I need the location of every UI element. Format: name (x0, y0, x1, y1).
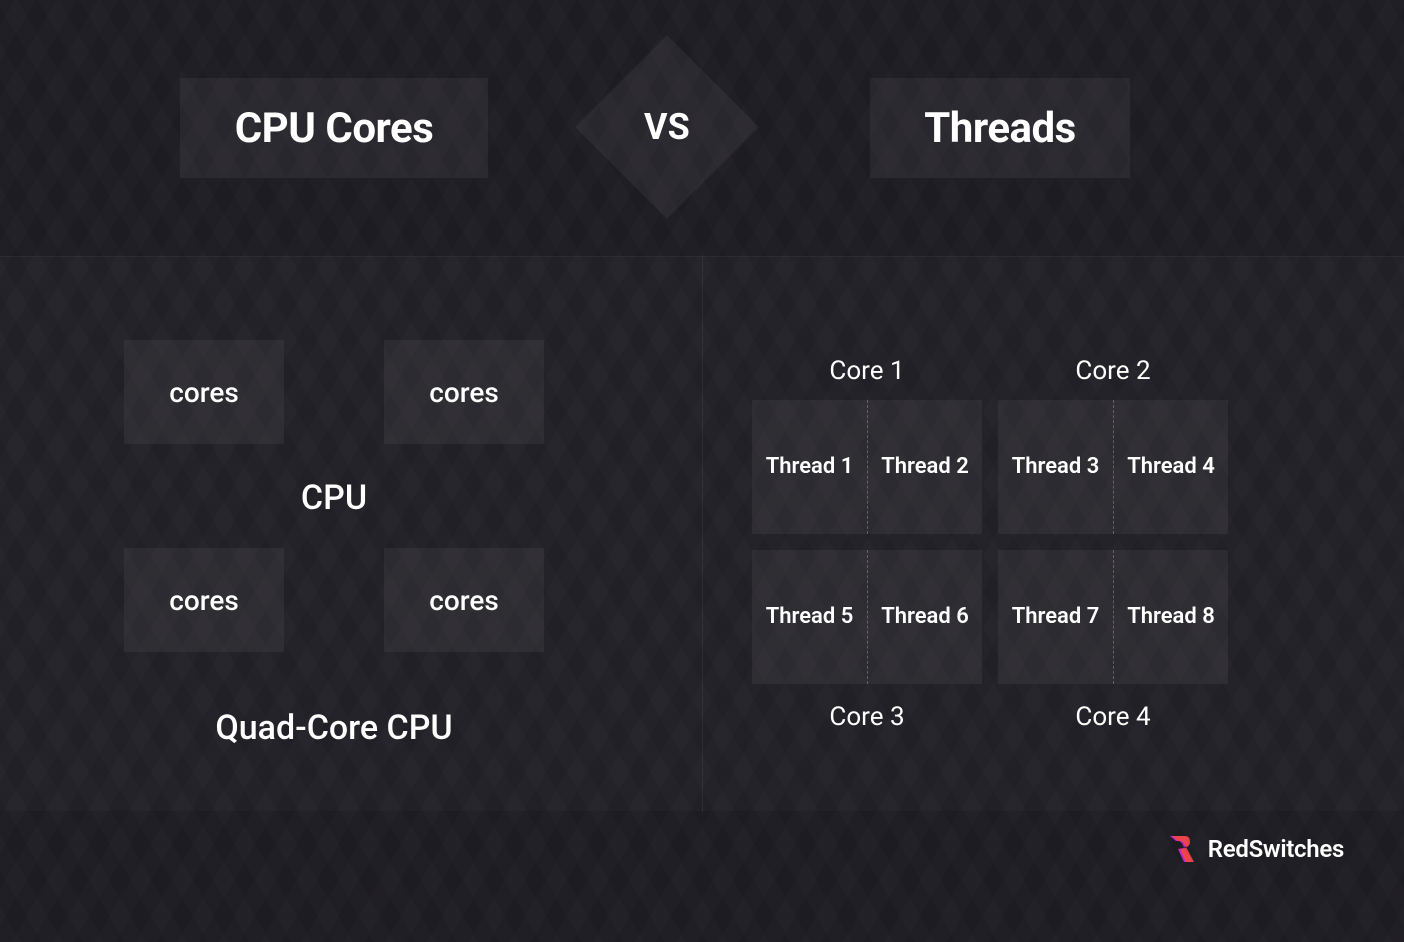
thread-box: Thread 6 (867, 550, 982, 684)
thread-box: Thread 8 (1113, 550, 1228, 684)
left-panel: cores cores CPU cores cores Quad-Core CP… (0, 256, 702, 811)
title-left-box: CPU Cores (180, 78, 488, 178)
core-label-4: Core 4 (998, 702, 1228, 732)
core-label-3: Core 3 (752, 702, 982, 732)
core-group-4: Thread 7 Thread 8 (998, 550, 1228, 684)
core-box-label: cores (169, 584, 239, 617)
core-box-label: cores (429, 584, 499, 617)
header: CPU Cores VS Threads (0, 0, 1404, 256)
vs-label: VS (644, 106, 690, 148)
quad-core-label: Quad-Core CPU (0, 708, 668, 748)
core-box: cores (124, 340, 284, 444)
core-box-label: cores (169, 376, 239, 409)
brand-name: RedSwitches (1208, 835, 1344, 863)
core-group-3: Thread 5 Thread 6 (752, 550, 982, 684)
core-box: cores (384, 340, 544, 444)
core-box: cores (124, 548, 284, 652)
thread-box: Thread 1 (752, 400, 867, 534)
brand-logo-icon (1166, 834, 1196, 864)
vs-diamond: VS (575, 35, 759, 219)
title-left: CPU Cores (235, 104, 434, 153)
core-group-1: Thread 1 Thread 2 (752, 400, 982, 534)
thread-box: Thread 4 (1113, 400, 1228, 534)
core-box: cores (384, 548, 544, 652)
core-label-1: Core 1 (752, 356, 982, 386)
core-box-label: cores (429, 376, 499, 409)
core-label-2: Core 2 (998, 356, 1228, 386)
right-panel: Core 1 Core 2 Thread 1 Thread 2 Thread 3… (702, 256, 1404, 811)
title-right-box: Threads (870, 78, 1130, 178)
thread-box: Thread 2 (867, 400, 982, 534)
title-right: Threads (924, 104, 1075, 153)
thread-box: Thread 7 (998, 550, 1113, 684)
cpu-center-label: CPU (0, 478, 668, 518)
core-group-2: Thread 3 Thread 4 (998, 400, 1228, 534)
brand: RedSwitches (1166, 834, 1344, 864)
thread-box: Thread 3 (998, 400, 1113, 534)
thread-box: Thread 5 (752, 550, 867, 684)
